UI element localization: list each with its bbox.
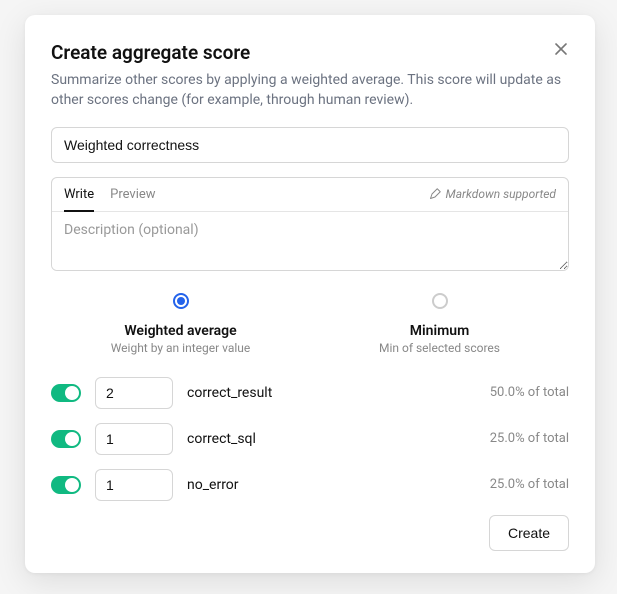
score-toggle[interactable]	[51, 430, 81, 448]
aggregation-method-row: Weighted average Weight by an integer va…	[51, 293, 569, 355]
score-percent-label: 25.0% of total	[490, 477, 569, 492]
modal-footer: Create	[51, 515, 569, 551]
score-name-label: correct_result	[187, 385, 476, 401]
description-tabs: Write Preview Markdown supported	[52, 178, 568, 212]
modal-title: Create aggregate score	[51, 41, 569, 64]
method-desc: Min of selected scores	[310, 341, 569, 355]
modal-subtitle: Summarize other scores by applying a wei…	[51, 70, 569, 111]
score-row: no_error 25.0% of total	[51, 469, 569, 501]
score-name-label: no_error	[187, 477, 476, 493]
modal-header: Create aggregate score Summarize other s…	[51, 41, 569, 111]
markdown-supported-text: Markdown supported	[446, 187, 556, 201]
radio-weighted-average[interactable]	[173, 293, 189, 309]
method-title: Weighted average	[51, 323, 310, 339]
tab-preview[interactable]: Preview	[110, 178, 155, 212]
pencil-icon	[429, 188, 441, 200]
score-row: correct_result 50.0% of total	[51, 377, 569, 409]
weight-input[interactable]	[95, 377, 173, 409]
markdown-supported-label: Markdown supported	[429, 187, 556, 201]
scores-list: correct_result 50.0% of total correct_sq…	[51, 377, 569, 501]
create-aggregate-modal: Create aggregate score Summarize other s…	[25, 15, 595, 573]
score-percent-label: 50.0% of total	[490, 385, 569, 400]
tab-write[interactable]: Write	[64, 178, 94, 212]
close-icon	[554, 42, 568, 56]
radio-minimum[interactable]	[432, 293, 448, 309]
description-box: Write Preview Markdown supported	[51, 177, 569, 271]
score-row: correct_sql 25.0% of total	[51, 423, 569, 455]
close-button[interactable]	[549, 37, 573, 61]
create-button[interactable]: Create	[489, 515, 569, 551]
score-toggle[interactable]	[51, 384, 81, 402]
score-name-label: correct_sql	[187, 431, 476, 447]
description-textarea[interactable]	[52, 212, 568, 270]
weight-input[interactable]	[95, 469, 173, 501]
weight-input[interactable]	[95, 423, 173, 455]
score-name-input[interactable]	[51, 127, 569, 163]
method-title: Minimum	[310, 323, 569, 339]
method-weighted-average[interactable]: Weighted average Weight by an integer va…	[51, 293, 310, 355]
score-percent-label: 25.0% of total	[490, 431, 569, 446]
method-desc: Weight by an integer value	[51, 341, 310, 355]
method-minimum[interactable]: Minimum Min of selected scores	[310, 293, 569, 355]
score-toggle[interactable]	[51, 476, 81, 494]
description-tabs-left: Write Preview	[64, 178, 156, 211]
